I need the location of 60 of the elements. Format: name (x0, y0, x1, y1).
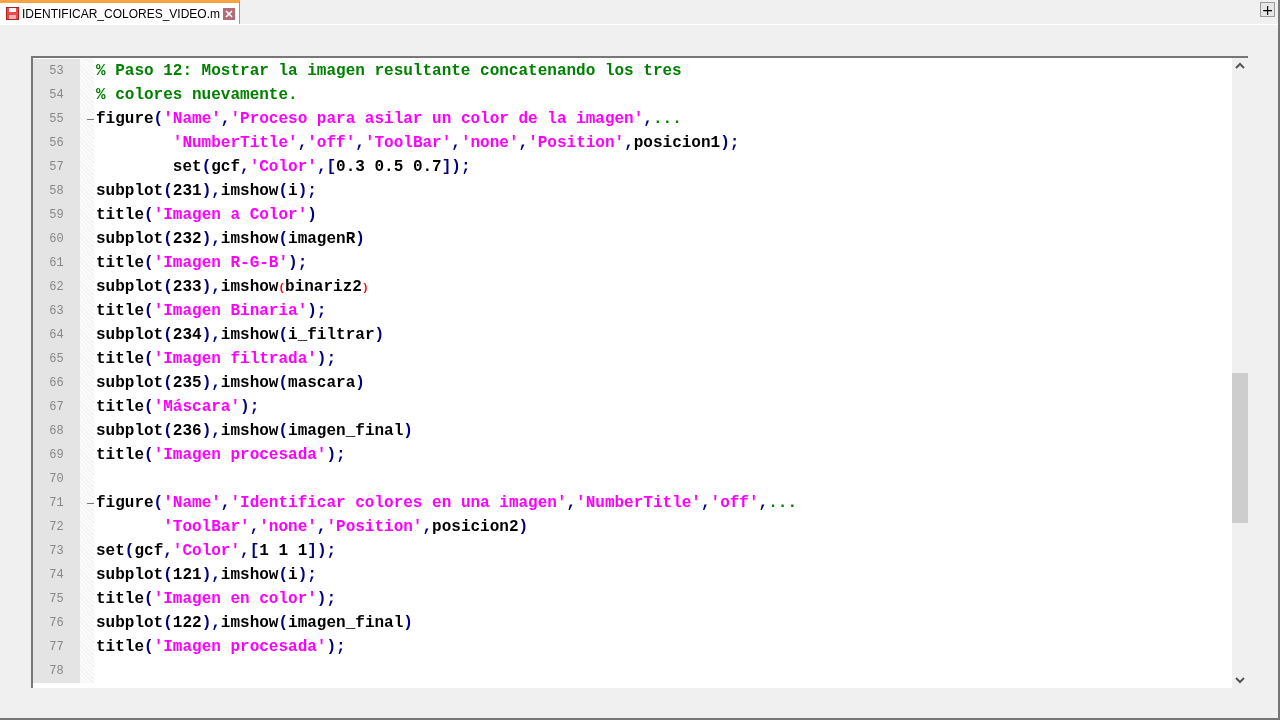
line-number: 61 (33, 251, 80, 275)
scroll-down-icon[interactable] (1235, 677, 1245, 684)
line-number: 72 (33, 515, 80, 539)
fold-marker-icon[interactable] (87, 117, 94, 121)
code-line: set(gcf,'Color',[1 1 1]); (96, 541, 337, 562)
code-line: subplot(231),imshow(i); (96, 181, 317, 202)
line-number: 60 (33, 227, 80, 251)
scrollbar-thumb[interactable] (1232, 373, 1248, 523)
line-number: 66 (33, 371, 80, 395)
line-number: 75 (33, 587, 80, 611)
line-number: 77 (33, 635, 80, 659)
line-number: 59 (33, 203, 80, 227)
line-number: 57 (33, 155, 80, 179)
line-number: 67 (33, 395, 80, 419)
line-number: 74 (33, 563, 80, 587)
line-number: 76 (33, 611, 80, 635)
code-line: figure('Name','Proceso para asilar un color de la imagen',... (96, 109, 682, 130)
line-number: 73 (33, 539, 80, 563)
code-line: subplot(232),imshow(imagenR) (96, 229, 365, 250)
line-number: 55 (33, 107, 80, 131)
code-line: title('Imagen procesada'); (96, 445, 346, 466)
code-line: title('Imagen procesada'); (96, 637, 346, 658)
code-line: title('Imagen en color'); (96, 589, 337, 610)
fold-marker-icon[interactable] (87, 501, 94, 505)
code-line: % Paso 12: Mostrar la imagen resultante concatenando los tres (96, 61, 682, 82)
tab-label: IDENTIFICAR_COLORES_VIDEO.m (22, 6, 221, 21)
code-line: title('Imagen filtrada'); (96, 349, 337, 370)
code-line: title('Imagen Binaria'); (96, 301, 327, 322)
line-number: 63 (33, 299, 80, 323)
line-number: 78 (33, 659, 80, 683)
new-tab-button[interactable]: + (1260, 2, 1275, 17)
code-line: title('Imagen R-G-B'); (96, 253, 308, 274)
line-number: 65 (33, 347, 80, 371)
code-line: subplot(233),imshow(binariz2) (96, 276, 369, 298)
line-number: 64 (33, 323, 80, 347)
code-line: subplot(122),imshow(imagen_final) (96, 613, 413, 634)
line-number: 62 (33, 275, 80, 299)
code-line: % colores nuevamente. (96, 85, 298, 106)
code-line: 'ToolBar','none','Position',posicion2) (162, 517, 529, 538)
code-line: subplot(121),imshow(i); (96, 565, 317, 586)
code-line: subplot(235),imshow(mascara) (96, 373, 365, 394)
code-line: title('Imagen a Color') (96, 205, 317, 226)
close-icon[interactable] (223, 7, 236, 20)
scroll-up-icon[interactable] (1235, 62, 1245, 69)
code-line: figure('Name','Identificar colores en una imagen','NumberTitle','off',... (96, 493, 797, 514)
code-line: subplot(236),imshow(imagen_final) (96, 421, 413, 442)
line-number: 53 (33, 59, 80, 83)
line-number: 68 (33, 419, 80, 443)
line-number: 69 (33, 443, 80, 467)
file-tab[interactable]: IDENTIFICAR_COLORES_VIDEO.m (0, 0, 241, 24)
code-line: title('Máscara'); (96, 397, 260, 418)
line-number: 71 (33, 491, 80, 515)
line-number: 58 (33, 179, 80, 203)
line-number: 54 (33, 83, 80, 107)
line-number: 70 (33, 467, 80, 491)
code-line: 'NumberTitle','off','ToolBar','none','Position',posicion1); (171, 133, 740, 154)
line-number: 56 (33, 131, 80, 155)
code-line: set(gcf,'Color',[0.3 0.5 0.7]); (171, 157, 471, 178)
code-line: subplot(234),imshow(i_filtrar) (96, 325, 385, 346)
save-icon (6, 7, 19, 20)
